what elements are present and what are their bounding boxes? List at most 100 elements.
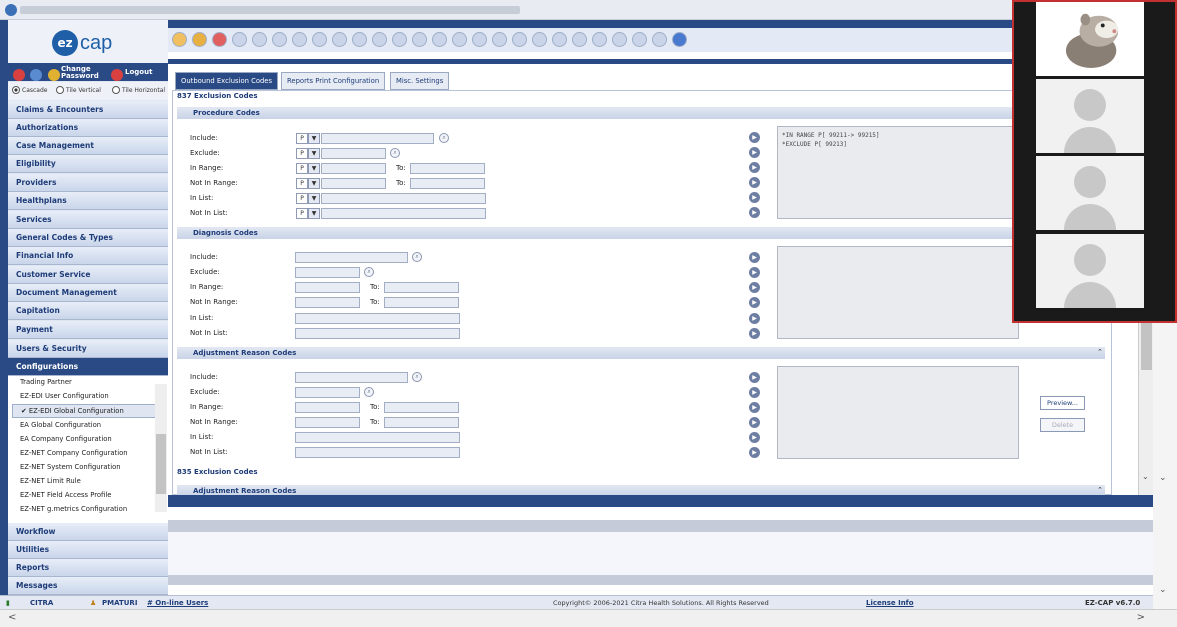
adj-in-range-to[interactable] bbox=[384, 402, 459, 413]
submenu-eznet-field-access[interactable]: EZ-NET Field Access Profile bbox=[12, 489, 158, 503]
chevron-down-icon[interactable]: ▼ bbox=[308, 133, 320, 144]
collapse-icon[interactable]: ⌃ bbox=[1097, 486, 1103, 494]
toolbar-icon[interactable] bbox=[552, 32, 567, 47]
submenu-eznet-gmetrics[interactable]: EZ-NET g.metrics Configuration bbox=[12, 503, 158, 517]
add-arrow-icon[interactable]: ▶ bbox=[749, 297, 760, 308]
search-icon[interactable]: ⌕ bbox=[364, 267, 374, 277]
sidebar-item-services[interactable]: Services bbox=[8, 211, 168, 229]
submenu-eznet-system-config[interactable]: EZ-NET System Configuration bbox=[12, 461, 158, 475]
license-info-link[interactable]: License Info bbox=[866, 599, 914, 607]
proc-not-in-list-input[interactable] bbox=[321, 208, 486, 219]
tab-reports-print-configuration[interactable]: Reports Print Configuration bbox=[281, 72, 386, 90]
proc-include-input[interactable] bbox=[321, 133, 434, 144]
proc-in-list-prefix[interactable]: P bbox=[296, 193, 308, 204]
search-icon[interactable]: ⌕ bbox=[390, 148, 400, 158]
chevron-down-icon[interactable]: ▼ bbox=[308, 148, 320, 159]
search-icon[interactable]: ⌕ bbox=[439, 133, 449, 143]
cascade-radio[interactable]: Cascade bbox=[12, 86, 47, 94]
toolbar-icon[interactable] bbox=[212, 32, 227, 47]
add-arrow-icon[interactable]: ▶ bbox=[749, 282, 760, 293]
chevron-down-icon[interactable]: ⌄ bbox=[1159, 585, 1167, 595]
proc-exclude-input[interactable] bbox=[321, 148, 386, 159]
toolbar-icon[interactable] bbox=[532, 32, 547, 47]
tab-outbound-exclusion-codes[interactable]: Outbound Exclusion Codes bbox=[175, 72, 279, 90]
chevron-down-icon[interactable]: ▼ bbox=[308, 163, 320, 174]
search-icon[interactable]: ⌕ bbox=[412, 252, 422, 262]
toolbar-icon[interactable] bbox=[452, 32, 467, 47]
toolbar-icon[interactable] bbox=[272, 32, 287, 47]
sidebar-item-document-management[interactable]: Document Management bbox=[8, 284, 168, 302]
toolbar-icon[interactable] bbox=[192, 32, 207, 47]
chevron-down-icon[interactable]: ▼ bbox=[308, 208, 320, 219]
add-arrow-icon[interactable]: ▶ bbox=[749, 192, 760, 203]
sidebar-item-capitation[interactable]: Capitation bbox=[8, 302, 168, 320]
add-arrow-icon[interactable]: ▶ bbox=[749, 313, 760, 324]
toolbar-icon[interactable] bbox=[352, 32, 367, 47]
toolbar-icon[interactable] bbox=[252, 32, 267, 47]
proc-in-range-prefix[interactable]: P bbox=[296, 163, 308, 174]
toolbar-icon[interactable] bbox=[232, 32, 247, 47]
proc-in-range-from[interactable] bbox=[321, 163, 386, 174]
help-icon[interactable] bbox=[672, 32, 687, 47]
submenu-ezedi-global-config[interactable]: ✔ EZ-EDI Global Configuration bbox=[12, 404, 158, 418]
toolbar-icon[interactable] bbox=[292, 32, 307, 47]
sidebar-item-authorizations[interactable]: Authorizations bbox=[8, 119, 168, 137]
toolbar-icon[interactable] bbox=[392, 32, 407, 47]
sidebar-item-healthplans[interactable]: Healthplans bbox=[8, 192, 168, 210]
sidebar-item-providers[interactable]: Providers bbox=[8, 174, 168, 192]
toolbar-icon[interactable] bbox=[312, 32, 327, 47]
add-arrow-icon[interactable]: ▶ bbox=[749, 207, 760, 218]
delete-button[interactable]: Delete bbox=[1040, 418, 1085, 432]
diag-not-in-list-input[interactable] bbox=[295, 328, 460, 339]
proc-not-in-list-prefix[interactable]: P bbox=[296, 208, 308, 219]
proc-not-in-range-to[interactable] bbox=[410, 178, 485, 189]
add-arrow-icon[interactable]: ▶ bbox=[749, 402, 760, 413]
search-icon[interactable]: ⌕ bbox=[364, 387, 374, 397]
toolbar-icon[interactable] bbox=[612, 32, 627, 47]
diag-include-input[interactable] bbox=[295, 252, 408, 263]
submenu-ea-global-config[interactable]: EA Global Configuration bbox=[12, 419, 158, 433]
toolbar-icon[interactable] bbox=[652, 32, 667, 47]
add-arrow-icon[interactable]: ▶ bbox=[749, 147, 760, 158]
sidebar-item-workflow[interactable]: Workflow bbox=[8, 523, 168, 541]
add-arrow-icon[interactable]: ▶ bbox=[749, 162, 760, 173]
toolbar-icon[interactable] bbox=[412, 32, 427, 47]
sidebar-item-customer-service[interactable]: Customer Service bbox=[8, 266, 168, 284]
sidebar-item-claims[interactable]: Claims & Encounters bbox=[8, 101, 168, 119]
toolbar-icon[interactable] bbox=[172, 32, 187, 47]
add-arrow-icon[interactable]: ▶ bbox=[749, 417, 760, 428]
chevron-down-icon[interactable]: ⌄ bbox=[1142, 472, 1149, 481]
submenu-eznet-limit-rule[interactable]: EZ-NET Limit Rule bbox=[12, 475, 158, 489]
chevron-left-icon[interactable]: < bbox=[8, 612, 16, 623]
submenu-eznet-company-config[interactable]: EZ-NET Company Configuration bbox=[12, 447, 158, 461]
outer-scrollbar[interactable]: ⌄ ⌄ bbox=[1153, 323, 1177, 609]
adj-exclude-input[interactable] bbox=[295, 387, 360, 398]
add-arrow-icon[interactable]: ▶ bbox=[749, 267, 760, 278]
sidebar-item-payment[interactable]: Payment bbox=[8, 321, 168, 339]
sidebar-item-general-codes[interactable]: General Codes & Types bbox=[8, 229, 168, 247]
sidebar-item-utilities[interactable]: Utilities bbox=[8, 541, 168, 559]
add-arrow-icon[interactable]: ▶ bbox=[749, 328, 760, 339]
submenu-scrollbar[interactable] bbox=[155, 384, 167, 512]
proc-in-list-input[interactable] bbox=[321, 193, 486, 204]
chevron-down-icon[interactable]: ▼ bbox=[308, 193, 320, 204]
logout-button[interactable]: Logout bbox=[125, 68, 152, 76]
diag-in-range-from[interactable] bbox=[295, 282, 360, 293]
adj-include-input[interactable] bbox=[295, 372, 408, 383]
proc-include-prefix[interactable]: P bbox=[296, 133, 308, 144]
diagnosis-result-box[interactable] bbox=[777, 246, 1019, 339]
change-password-button[interactable]: Change Password bbox=[61, 66, 103, 80]
online-users-link[interactable]: # On-line Users bbox=[147, 599, 208, 607]
tab-misc-settings[interactable]: Misc. Settings bbox=[390, 72, 450, 90]
adj-in-list-input[interactable] bbox=[295, 432, 460, 443]
diag-not-in-range-from[interactable] bbox=[295, 297, 360, 308]
proc-not-in-range-from[interactable] bbox=[321, 178, 386, 189]
toolbar-icon[interactable] bbox=[472, 32, 487, 47]
preview-button[interactable]: Preview... bbox=[1040, 396, 1085, 410]
submenu-ea-company-config[interactable]: EA Company Configuration bbox=[12, 433, 158, 447]
adj-in-range-from[interactable] bbox=[295, 402, 360, 413]
sidebar-item-financial-info[interactable]: Financial Info bbox=[8, 247, 168, 265]
toolbar-icon[interactable] bbox=[632, 32, 647, 47]
add-arrow-icon[interactable]: ▶ bbox=[749, 177, 760, 188]
add-arrow-icon[interactable]: ▶ bbox=[749, 387, 760, 398]
